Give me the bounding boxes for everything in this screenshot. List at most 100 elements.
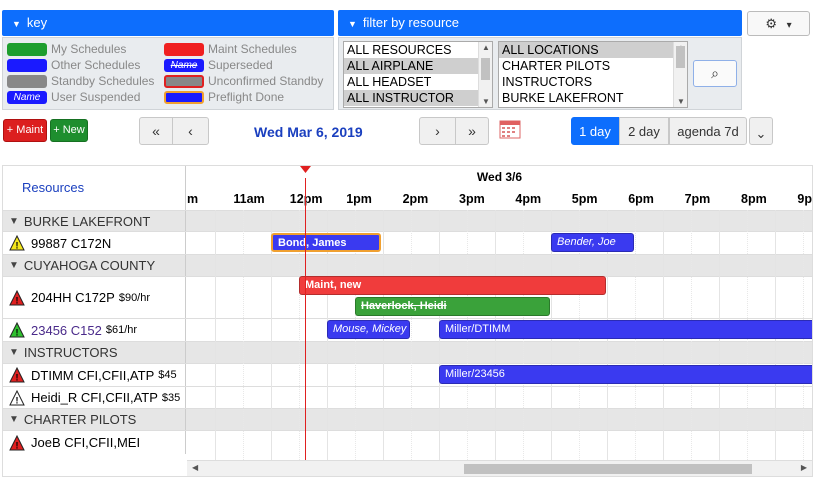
swatch-superseded: Name bbox=[164, 58, 204, 72]
collapse-caret-icon[interactable]: ▼ bbox=[9, 260, 19, 271]
first-page-button[interactable]: « bbox=[139, 117, 173, 145]
schedule-event[interactable]: Maint, new bbox=[299, 276, 606, 295]
group-name: CUYAHOGA COUNTY bbox=[23, 258, 156, 273]
schedule-event[interactable]: Bender, Joe bbox=[551, 233, 634, 252]
schedule-event[interactable]: Haverlock, Heidi bbox=[355, 297, 550, 316]
resource-option[interactable]: ALL INSTRUCTOR bbox=[344, 90, 492, 106]
half-hour-gridline bbox=[243, 210, 244, 460]
key-item-user-suspended: Name User Suspended bbox=[7, 90, 140, 104]
schedule-grid: Resources Wed 3/6 m 11am 12pm 1pm 2pm 3pm 4pm 5… bbox=[2, 165, 813, 477]
key-item-standby-schedules: Standby Schedules bbox=[7, 74, 154, 88]
collapse-caret-icon[interactable]: ▼ bbox=[9, 347, 19, 358]
horizontal-scrollbar[interactable]: ◀ ▶ bbox=[187, 460, 812, 476]
location-option[interactable]: CHARTER PILOTS bbox=[499, 58, 687, 74]
resource-label[interactable]: ! 23456 C152 $61/hr bbox=[3, 319, 186, 341]
key-item-preflight-done: Preflight Done bbox=[164, 90, 284, 104]
warning-triangle-icon[interactable]: ! bbox=[9, 434, 25, 451]
hour-label: 3pm bbox=[459, 192, 485, 206]
hour-label: 2pm bbox=[402, 192, 429, 206]
location-option[interactable]: INSTRUCTORS bbox=[499, 74, 687, 90]
resource-option[interactable]: ALL AIRPLANE bbox=[344, 58, 492, 74]
last-page-button[interactable]: » bbox=[455, 117, 489, 145]
resources-header: Resources bbox=[3, 166, 186, 210]
search-button[interactable]: ⌕ bbox=[693, 60, 737, 87]
svg-text:!: ! bbox=[16, 328, 19, 338]
resource-rate: $35 bbox=[161, 391, 181, 404]
group-label[interactable]: ▼ CHARTER PILOTS bbox=[3, 409, 186, 430]
svg-text:!: ! bbox=[16, 373, 19, 383]
resource-rate: $61/hr bbox=[105, 324, 138, 336]
settings-button[interactable]: ⚙ ▾ bbox=[747, 11, 810, 36]
group-label[interactable]: ▼ INSTRUCTORS bbox=[3, 342, 186, 363]
hour-label: m bbox=[187, 192, 199, 206]
svg-text:!: ! bbox=[16, 395, 19, 405]
filter-panel-header[interactable]: ▼ filter by resource bbox=[338, 10, 742, 36]
next-button[interactable]: › bbox=[419, 117, 456, 145]
search-icon: ⌕ bbox=[711, 65, 719, 81]
resource-option[interactable]: ALL RESOURCES bbox=[344, 42, 492, 58]
warning-triangle-icon[interactable]: ! bbox=[9, 367, 25, 383]
current-time-marker-icon bbox=[300, 166, 311, 173]
view-2day-button[interactable]: 2 day bbox=[619, 117, 669, 145]
current-time-line bbox=[305, 178, 306, 460]
swatch-other bbox=[7, 58, 47, 72]
collapse-caret-icon[interactable]: ▼ bbox=[9, 414, 19, 425]
warning-triangle-icon[interactable]: ! bbox=[9, 235, 25, 251]
group-label[interactable]: ▼ BURKE LAKEFRONT bbox=[3, 211, 186, 231]
resource-scrollbar[interactable]: ▲ ▼ bbox=[478, 42, 492, 107]
add-new-button[interactable]: + New bbox=[50, 119, 88, 142]
resource-label[interactable]: ! JoeB CFI,CFII,MEI bbox=[3, 431, 186, 454]
swatch-suspended: Name bbox=[7, 90, 47, 104]
schedule-event[interactable]: Mouse, Mickey bbox=[327, 320, 410, 339]
hour-label: 6pm bbox=[628, 192, 654, 206]
scroll-left-icon[interactable]: ◀ bbox=[192, 463, 198, 472]
calendar-icon[interactable] bbox=[499, 119, 521, 139]
view-agenda-button[interactable]: agenda 7d bbox=[669, 117, 747, 145]
schedule-event[interactable]: Bond, James bbox=[271, 233, 381, 252]
resource-name: Heidi_R CFI,CFII,ATP bbox=[31, 390, 158, 405]
schedule-event[interactable]: Miller/23456 bbox=[439, 365, 812, 384]
swatch-unconfirmed bbox=[164, 74, 204, 88]
chevron-down-icon: ▾ bbox=[786, 20, 792, 31]
more-views-button[interactable]: ⌄ bbox=[749, 117, 773, 145]
resource-label[interactable]: ! DTIMM CFI,CFII,ATP $45 bbox=[3, 364, 186, 386]
scroll-down-icon: ▼ bbox=[482, 97, 490, 106]
resource-label[interactable]: ! Heidi_R CFI,CFII,ATP $35 bbox=[3, 387, 186, 408]
resource-select[interactable]: ALL RESOURCES ALL AIRPLANE ALL HEADSET A… bbox=[343, 41, 493, 108]
group-name: INSTRUCTORS bbox=[23, 345, 118, 360]
scroll-up-icon: ▲ bbox=[482, 43, 490, 52]
current-date: Wed Mar 6, 2019 bbox=[254, 124, 363, 140]
resource-option[interactable]: ALL HEADSET bbox=[344, 74, 492, 90]
warning-triangle-icon[interactable]: ! bbox=[9, 389, 25, 406]
key-panel: ▼ key My Schedules Maint Schedules Other … bbox=[2, 10, 334, 110]
warning-triangle-icon[interactable]: ! bbox=[9, 289, 25, 306]
location-scrollbar[interactable]: ▲▼ bbox=[673, 42, 687, 107]
scroll-right-icon[interactable]: ▶ bbox=[801, 463, 807, 472]
hour-label: 1pm bbox=[346, 192, 372, 206]
location-option[interactable]: ALL LOCATIONS bbox=[499, 42, 687, 58]
location-option[interactable]: BURKE LAKEFRONT bbox=[499, 90, 687, 106]
half-hour-gridline bbox=[411, 210, 412, 460]
collapse-caret-icon: ▼ bbox=[12, 19, 21, 29]
add-maint-button[interactable]: + Maint bbox=[3, 119, 47, 142]
resource-label[interactable]: ! 99887 C172N bbox=[3, 232, 186, 254]
scroll-thumb[interactable] bbox=[676, 46, 685, 68]
group-name: CHARTER PILOTS bbox=[23, 412, 137, 427]
key-panel-header[interactable]: ▼ key bbox=[2, 10, 334, 36]
resource-name: 204HH C172P bbox=[31, 290, 115, 305]
schedule-event[interactable]: Miller/DTIMM bbox=[439, 320, 812, 339]
warning-triangle-icon[interactable]: ! bbox=[9, 322, 25, 338]
filter-panel: ▼ filter by resource ALL RESOURCES ALL AI… bbox=[338, 10, 742, 110]
key-item-maint-schedules: Maint Schedules bbox=[164, 42, 297, 56]
prev-button[interactable]: ‹ bbox=[172, 117, 209, 145]
group-label[interactable]: ▼ CUYAHOGA COUNTY bbox=[3, 255, 186, 276]
hour-gridline bbox=[215, 210, 216, 460]
view-1day-button[interactable]: 1 day bbox=[571, 117, 619, 145]
collapse-caret-icon[interactable]: ▼ bbox=[9, 216, 19, 227]
resource-label[interactable]: ! 204HH C172P $90/hr bbox=[3, 277, 186, 318]
scroll-thumb[interactable] bbox=[481, 58, 490, 80]
scroll-thumb[interactable] bbox=[464, 464, 752, 474]
day-label: Wed 3/6 bbox=[476, 170, 523, 184]
swatch-my bbox=[7, 42, 47, 56]
location-select[interactable]: ALL LOCATIONS CHARTER PILOTS INSTRUCTORS… bbox=[498, 41, 688, 108]
